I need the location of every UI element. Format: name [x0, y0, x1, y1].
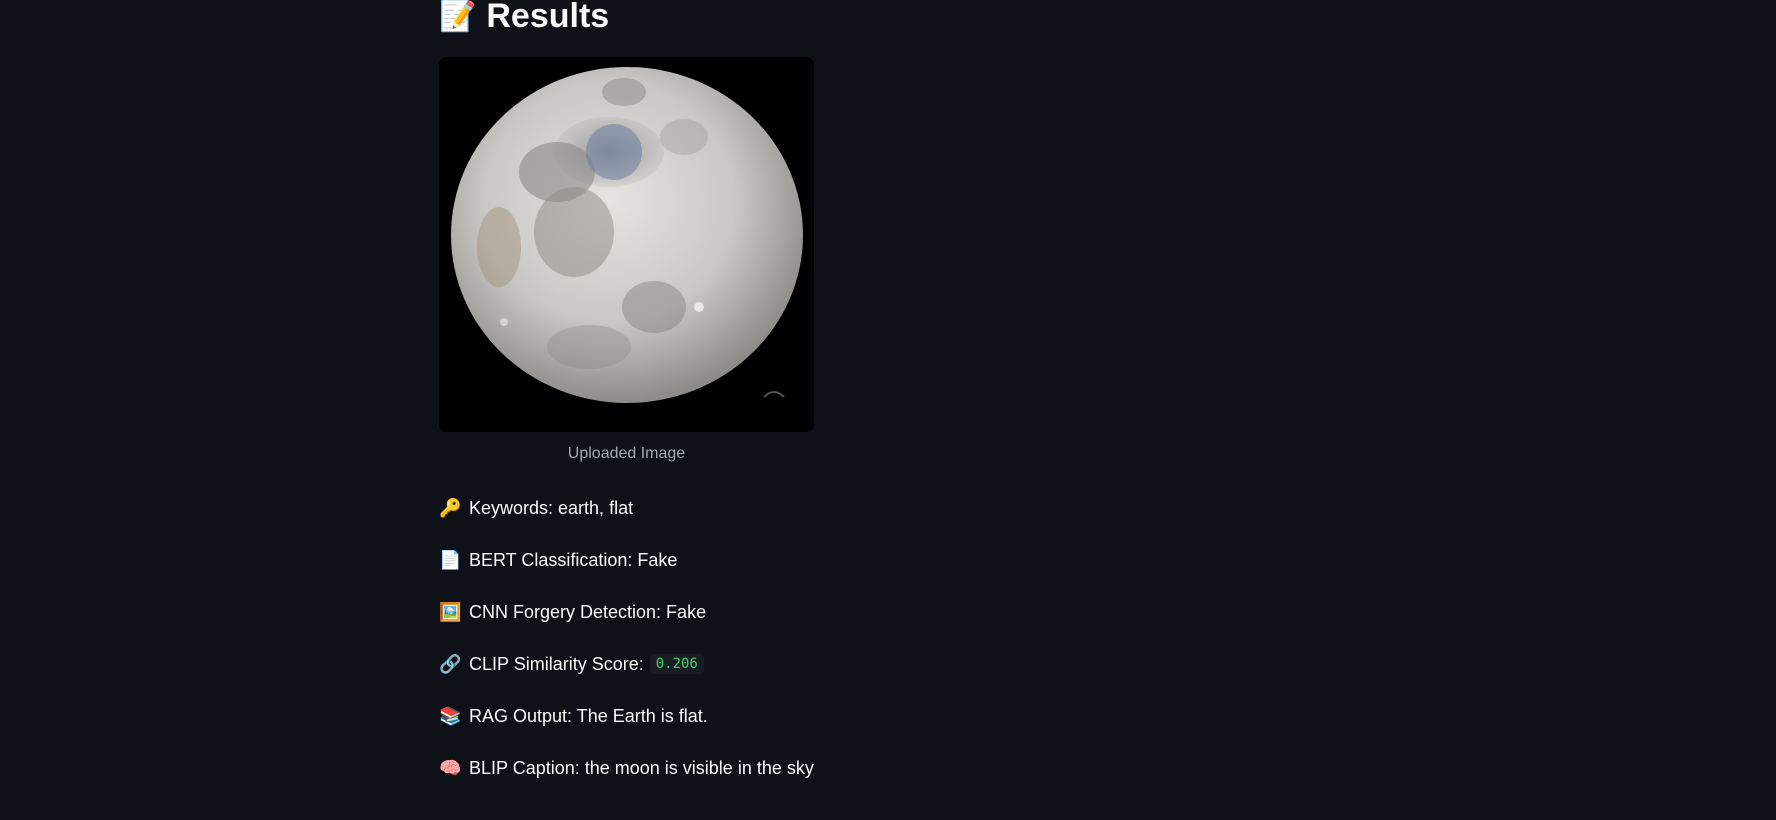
books-icon: 📚 — [439, 705, 462, 726]
moon-photo — [439, 57, 814, 432]
link-icon: 🔗 — [439, 653, 462, 674]
image-caption: Uploaded Image — [567, 445, 686, 462]
uploaded-image — [439, 57, 814, 432]
blip-caption-text: BLIP Caption: the moon is visible in the… — [469, 757, 814, 778]
rag-output-text: RAG Output: The Earth is flat. — [469, 705, 708, 726]
results-heading: 📝 Results — [439, 0, 609, 38]
clip-similarity-text: CLIP Similarity Score: — [469, 653, 644, 674]
bert-classification-text: BERT Classification: Fake — [469, 549, 678, 570]
brain-icon: 🧠 — [439, 757, 462, 778]
key-icon: 🔑 — [439, 497, 462, 518]
rag-output-row: 📚 RAG Output: The Earth is flat. — [439, 701, 708, 731]
cnn-forgery-text: CNN Forgery Detection: Fake — [469, 601, 707, 622]
keywords-text: Keywords: earth, flat — [469, 497, 634, 518]
results-title: Results — [486, 0, 610, 35]
bert-classification-row: 📄 BERT Classification: Fake — [439, 545, 677, 575]
blip-caption-row: 🧠 BLIP Caption: the moon is visible in t… — [439, 753, 814, 783]
framed-picture-icon: 🖼️ — [439, 601, 462, 622]
keywords-row: 🔑 Keywords: earth, flat — [439, 493, 633, 523]
cnn-forgery-row: 🖼️ CNN Forgery Detection: Fake — [439, 597, 706, 627]
memo-icon: 📝 — [439, 0, 477, 33]
document-icon: 📄 — [439, 549, 462, 570]
clip-similarity-row: 🔗 CLIP Similarity Score: 0.206 — [439, 649, 704, 679]
clip-similarity-score: 0.206 — [649, 654, 704, 674]
